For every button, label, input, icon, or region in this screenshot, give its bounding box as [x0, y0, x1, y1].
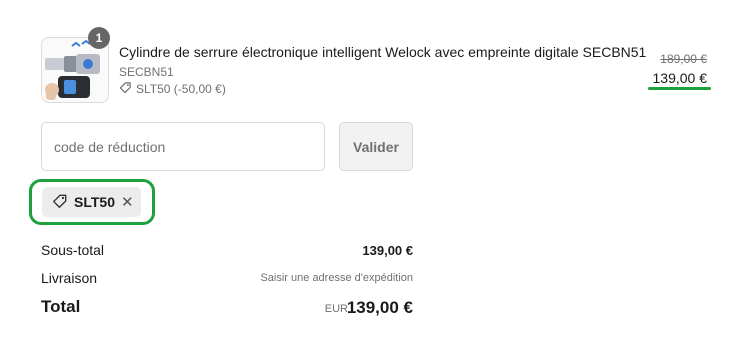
product-sku: SECBN51	[119, 65, 174, 79]
product-discount-text: SLT50 (-50,00 €)	[136, 82, 226, 96]
total-currency: EUR	[324, 303, 348, 315]
applied-code-chip: SLT50 ✕	[42, 187, 141, 217]
shipping-value: Saisir une adresse d'expédition	[260, 272, 413, 284]
tag-icon	[119, 81, 132, 97]
discount-code-input[interactable]	[41, 122, 325, 171]
apply-discount-button[interactable]: Valider	[339, 122, 413, 171]
subtotal-label: Sous-total	[41, 242, 105, 258]
product-discount-line: SLT50 (-50,00 €)	[119, 81, 226, 97]
quantity-badge: 1	[88, 27, 110, 49]
subtotal-value: 139,00 €	[362, 243, 413, 258]
original-price: 189,00 €	[660, 52, 707, 66]
total-value: 139,00 €	[346, 298, 413, 317]
applied-code-text: SLT50	[74, 194, 115, 210]
product-title: Cylindre de serrure électronique intelli…	[119, 44, 647, 60]
shipping-label: Livraison	[41, 270, 98, 286]
close-icon[interactable]: ✕	[121, 193, 134, 211]
tag-icon	[52, 193, 68, 212]
price-highlight-underline	[648, 87, 711, 90]
total-label: Total	[41, 297, 81, 316]
final-price: 139,00 €	[652, 70, 708, 86]
